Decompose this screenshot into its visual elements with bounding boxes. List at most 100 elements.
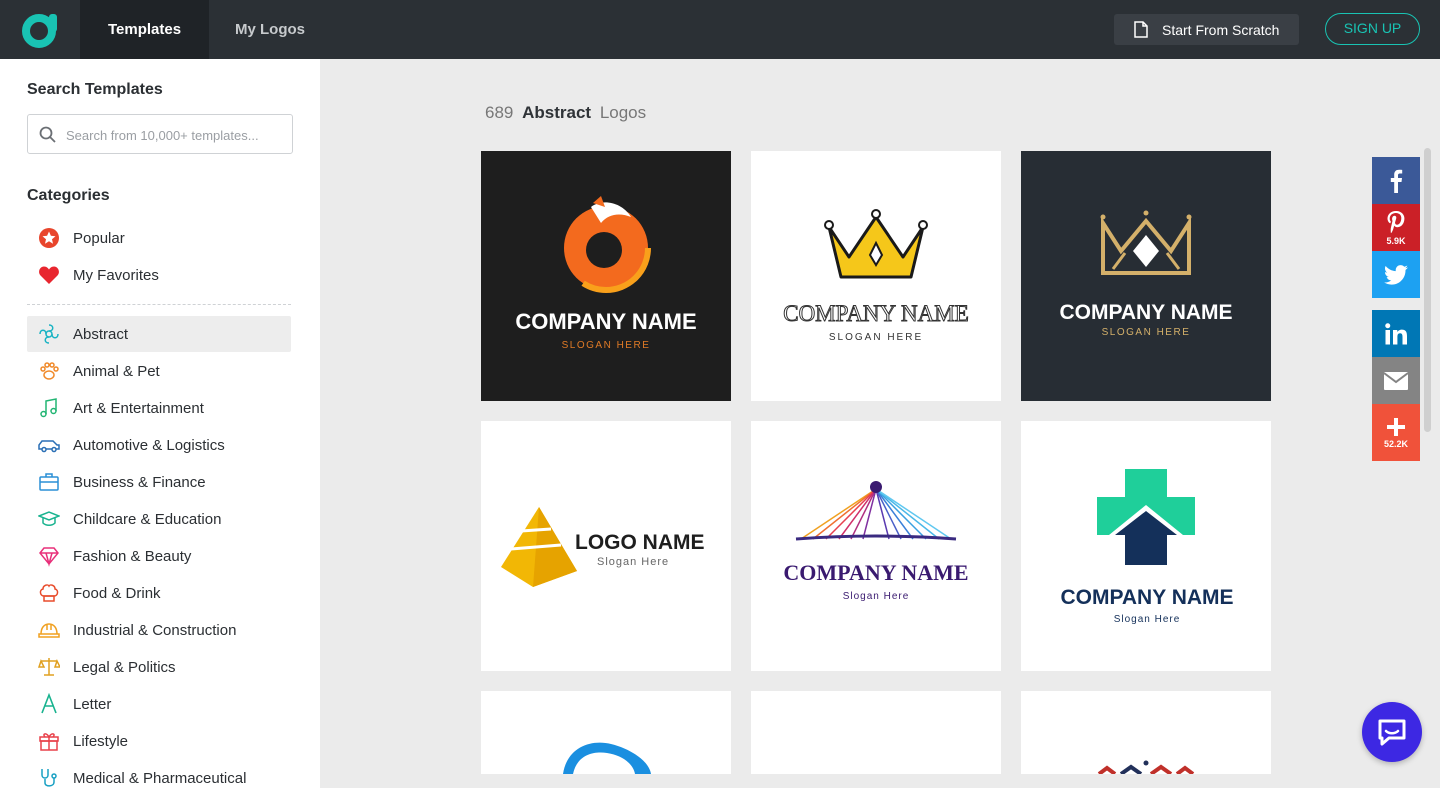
template-preview [751,691,1001,774]
music-note-icon [38,397,60,419]
category-lifestyle[interactable]: Lifestyle [27,723,291,759]
category-my-favorites[interactable]: My Favorites [27,257,291,293]
search-input[interactable] [66,124,281,146]
pinterest-share-button[interactable]: 5.9K [1372,204,1420,251]
email-share-button[interactable] [1372,357,1420,404]
category-popular[interactable]: Popular [27,220,291,256]
more-share-button[interactable]: 52.2K [1372,404,1420,461]
total-share-count: 52.2K [1383,438,1409,449]
category-abstract[interactable]: Abstract [27,316,291,352]
twitter-share-button[interactable] [1372,251,1420,298]
gift-icon [38,730,60,752]
template-slogan: Slogan Here [1114,614,1181,625]
results-number: 689 [485,103,514,122]
category-label: Food & Drink [73,584,161,602]
category-label: Automotive & Logistics [73,436,225,454]
linkedin-icon [1385,322,1407,344]
template-slogan: SLOGAN HERE [1102,327,1191,338]
twitter-icon [1384,264,1408,285]
template-card[interactable]: COMPANY NAME Slogan Here [751,421,1001,671]
template-name: COMPANY NAME [1060,586,1233,609]
category-label: Animal & Pet [73,362,160,380]
category-automotive-logistics[interactable]: Automotive & Logistics [27,427,291,463]
letter-a-icon [38,693,60,715]
template-card[interactable] [481,691,731,774]
chat-button[interactable] [1362,702,1422,762]
search-box [27,114,293,154]
category-business-finance[interactable]: Business & Finance [27,464,291,500]
category-label: Medical & Pharmaceutical [73,769,247,787]
category-label: Fashion & Beauty [73,547,192,565]
chef-hat-icon [38,582,60,604]
start-from-scratch-label: Start From Scratch [1162,21,1280,38]
template-preview: COMPANY NAME SLOGAN HERE [481,151,731,401]
car-icon [38,434,60,456]
template-slogan: Slogan Here [843,591,910,602]
start-from-scratch-button[interactable]: Start From Scratch [1114,14,1299,45]
template-name: COMPANY NAME [783,301,969,326]
template-card[interactable]: LOGO NAME Slogan Here [481,421,731,671]
facebook-share-button[interactable] [1372,157,1420,204]
category-food-drink[interactable]: Food & Drink [27,575,291,611]
template-card[interactable]: COMPANY NAME SLOGAN HERE [481,151,731,401]
template-preview: COMPANY NAME Slogan Here [751,421,1001,671]
template-slogan: Slogan Here [597,556,669,568]
categories-heading: Categories [27,187,110,204]
graduation-cap-icon [38,508,60,530]
scales-icon [38,656,60,678]
category-letter[interactable]: Letter [27,686,291,722]
email-icon [1384,371,1408,390]
category-art-entertainment[interactable]: Art & Entertainment [27,390,291,426]
template-name: LOGO NAME [575,531,705,554]
category-medical-pharmaceutical[interactable]: Medical & Pharmaceutical [27,760,291,788]
category-animal-pet[interactable]: Animal & Pet [27,353,291,389]
linkedin-share-button[interactable] [1372,310,1420,357]
heart-icon [38,264,60,286]
search-heading: Search Templates [27,81,163,98]
template-card[interactable]: COMPANY NAME SLOGAN HERE [1021,151,1271,401]
category-label: Childcare & Education [73,510,222,528]
pinterest-share-count: 5.9K [1386,235,1406,246]
template-slogan: SLOGAN HERE [829,332,923,343]
tab-templates[interactable]: Templates [80,0,210,59]
template-name: COMPANY NAME [1059,301,1232,324]
template-card[interactable] [751,691,1001,774]
star-badge-icon [38,227,60,249]
sidebar-divider [27,304,291,305]
page-scrollbar[interactable] [1424,148,1431,432]
sidebar: Search Templates Categories Popular My F… [0,59,320,788]
chat-bubble-icon [1378,719,1406,746]
template-card[interactable]: COMPANY NAME SLOGAN HERE [751,151,1001,401]
category-label: Business & Finance [73,473,206,491]
category-label: Popular [73,229,125,247]
results-suffix: Logos [599,103,647,122]
category-label: Legal & Politics [73,658,176,676]
results-category: Abstract [522,103,592,122]
template-slogan: SLOGAN HERE [562,340,651,351]
tab-my-logos[interactable]: My Logos [207,0,333,59]
search-icon [39,126,56,143]
pinterest-icon [1387,210,1405,233]
template-preview [1021,691,1271,774]
facebook-icon [1390,169,1403,193]
briefcase-icon [38,471,60,493]
sign-up-button[interactable]: SIGN UP [1325,13,1420,45]
diamond-icon [38,545,60,567]
app-logo-icon[interactable] [22,10,60,48]
category-label: Letter [73,695,112,713]
template-card[interactable]: COMPANY NAME Slogan Here [1021,421,1271,671]
stethoscope-icon [38,767,60,788]
category-childcare-education[interactable]: Childcare & Education [27,501,291,537]
category-legal-politics[interactable]: Legal & Politics [27,649,291,685]
template-preview: COMPANY NAME SLOGAN HERE [751,151,1001,401]
category-fashion-beauty[interactable]: Fashion & Beauty [27,538,291,574]
category-industrial-construction[interactable]: Industrial & Construction [27,612,291,648]
template-preview: COMPANY NAME SLOGAN HERE [1021,151,1271,401]
category-label: My Favorites [73,266,159,284]
template-card[interactable] [1021,691,1271,774]
document-icon [1134,21,1148,38]
template-preview: LOGO NAME Slogan Here [481,421,731,671]
plus-icon [1387,417,1405,436]
abstract-swirl-icon [38,323,60,345]
template-name: COMPANY NAME [783,560,968,585]
